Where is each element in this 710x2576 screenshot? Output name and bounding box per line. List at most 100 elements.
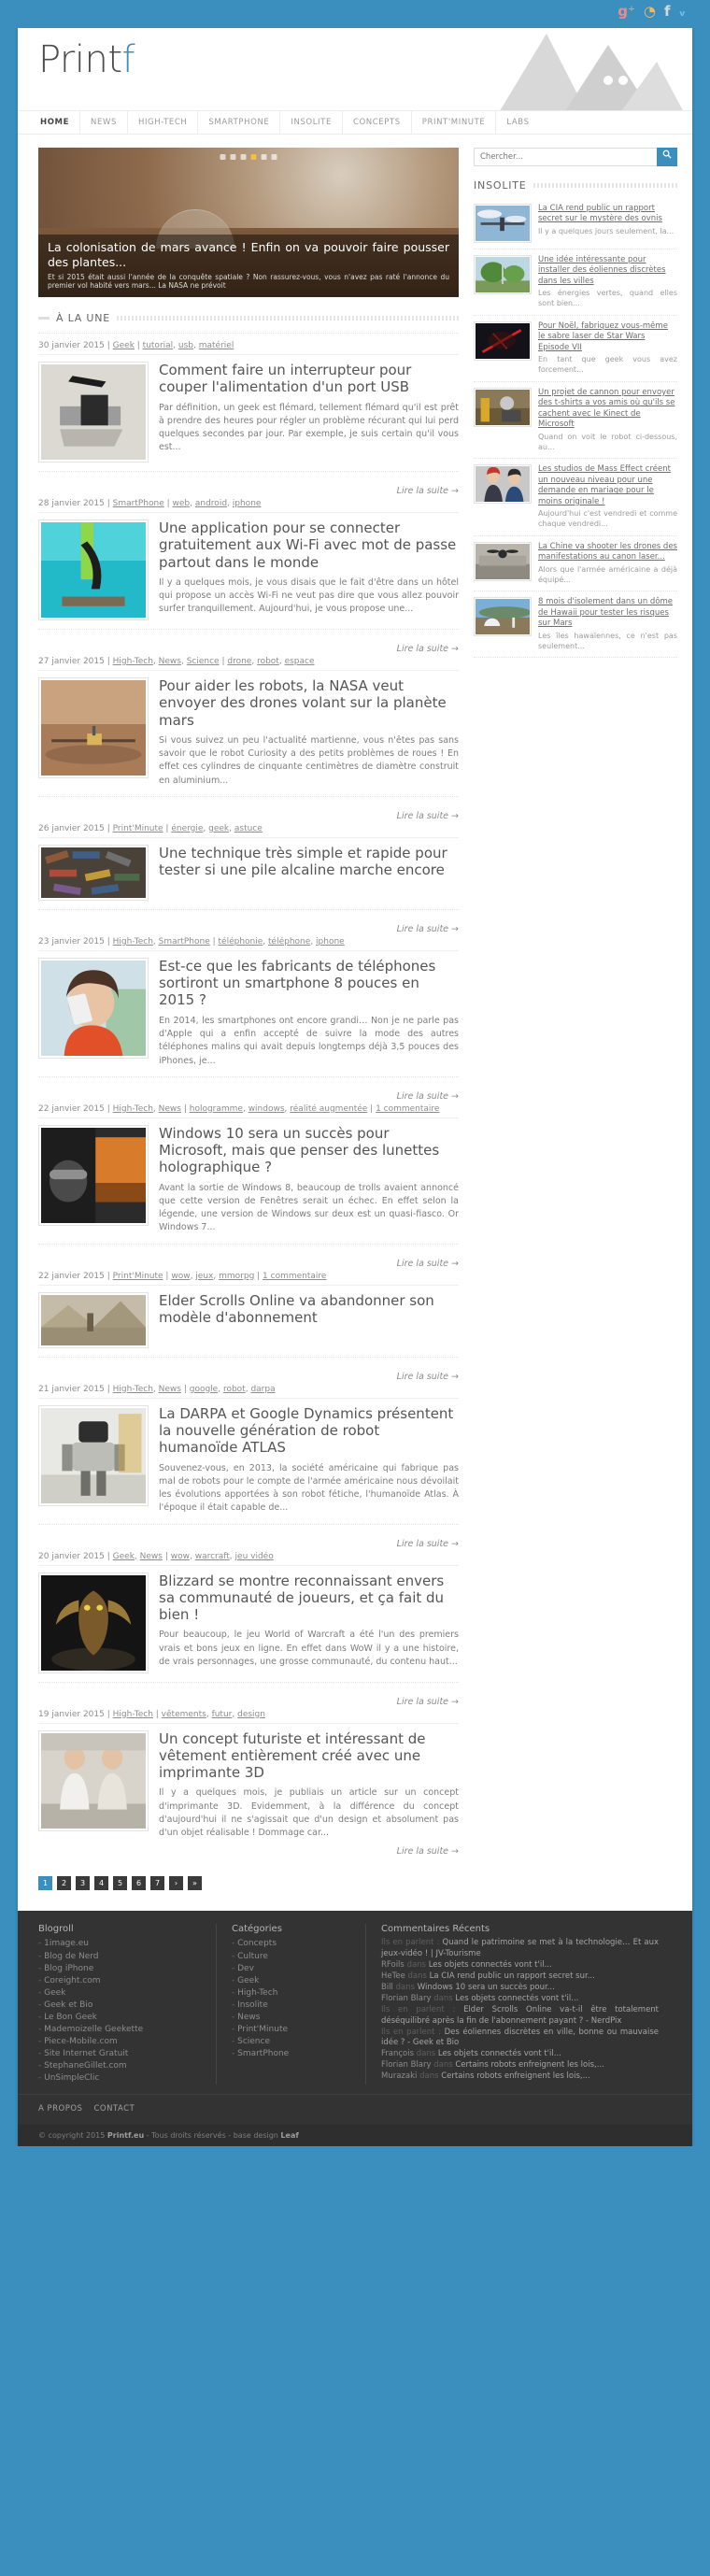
article-title[interactable]: Un concept futuriste et intéressant de v… bbox=[159, 1730, 459, 1782]
category-item[interactable]: SmartPhone bbox=[232, 2048, 352, 2060]
blogroll-item[interactable]: Piece-Mobile.com bbox=[38, 2036, 203, 2048]
sidebar-item-title[interactable]: Pour Noël, fabriquez vous-même le sabre … bbox=[538, 321, 677, 353]
category-item[interactable]: High-Tech bbox=[232, 1987, 352, 2000]
article-thumbnail[interactable] bbox=[38, 362, 149, 463]
sidebar-item-title[interactable]: Les studios de Mass Effect créent un nou… bbox=[538, 464, 677, 507]
comment-item[interactable]: RFoils dans Les objets connectés vont t'… bbox=[381, 1960, 659, 1971]
nav-item-home[interactable]: HOME bbox=[38, 111, 81, 134]
sidebar-item-title[interactable]: La CIA rend public un rapport secret sur… bbox=[538, 204, 677, 225]
article-category[interactable]: Geek bbox=[113, 341, 135, 350]
article-tag[interactable]: wow bbox=[171, 1272, 190, 1281]
article-tag[interactable]: matériel bbox=[199, 341, 234, 350]
read-more-link[interactable]: Lire la suite → bbox=[38, 924, 459, 937]
article-tag[interactable]: design bbox=[237, 1710, 265, 1719]
slider-dot[interactable] bbox=[230, 154, 236, 160]
article-category[interactable]: SmartPhone bbox=[113, 499, 164, 508]
pagination-page-5[interactable]: 5 bbox=[113, 1876, 127, 1891]
slider-dot[interactable] bbox=[271, 154, 277, 160]
article-tag[interactable]: mmorpg bbox=[219, 1272, 254, 1281]
article-title[interactable]: Elder Scrolls Online va abandonner son m… bbox=[159, 1292, 459, 1327]
article-category[interactable]: High-Tech bbox=[113, 1385, 153, 1394]
article-thumbnail[interactable] bbox=[38, 1404, 149, 1506]
article-tag[interactable]: futur bbox=[212, 1710, 233, 1719]
hero-title[interactable]: La colonisation de mars avance ! Enfin o… bbox=[48, 240, 449, 269]
article-title[interactable]: Une application pour se connecter gratui… bbox=[159, 519, 459, 571]
rss-icon[interactable]: ◔ bbox=[644, 5, 656, 19]
article-category[interactable]: High-Tech bbox=[113, 657, 153, 666]
article-tag[interactable]: iphone bbox=[233, 499, 262, 508]
article-tag[interactable]: téléphone bbox=[268, 937, 310, 946]
article-tag[interactable]: wow bbox=[171, 1552, 190, 1561]
pagination-page-2[interactable]: 2 bbox=[57, 1876, 71, 1891]
article-title[interactable]: La DARPA et Google Dynamics présentent l… bbox=[159, 1405, 459, 1457]
article-category[interactable]: Geek bbox=[113, 1552, 135, 1561]
slider-dot[interactable] bbox=[261, 154, 267, 160]
comment-item[interactable]: Bill dans Windows 10 sera un succès pour… bbox=[381, 1983, 659, 1994]
slider-dot[interactable] bbox=[240, 154, 247, 160]
blogroll-item[interactable]: Geek et Bio bbox=[38, 2000, 203, 2012]
read-more-link[interactable]: Lire la suite → bbox=[38, 1846, 459, 1859]
twitter-icon[interactable]: ᵥ bbox=[678, 5, 686, 19]
article-tag[interactable]: darpa bbox=[250, 1385, 275, 1394]
article-tag[interactable]: warcraft bbox=[195, 1552, 230, 1561]
article-category[interactable]: News bbox=[140, 1552, 163, 1561]
blogroll-item[interactable]: StephaneGillet.com bbox=[38, 2060, 203, 2072]
comment-item[interactable]: Ils en parlent : Elder Scrolls Online va… bbox=[381, 2005, 659, 2028]
article-title[interactable]: Pour aider les robots, la NASA veut envo… bbox=[159, 677, 459, 729]
category-item[interactable]: News bbox=[232, 2012, 352, 2024]
article-tag[interactable]: hologramme bbox=[190, 1104, 243, 1114]
blogroll-item[interactable]: Geek bbox=[38, 1987, 203, 2000]
pagination-page-3[interactable]: 3 bbox=[76, 1876, 90, 1891]
read-more-link[interactable]: Lire la suite → bbox=[38, 644, 459, 657]
google-plus-icon[interactable]: g⁺ bbox=[618, 5, 635, 19]
comment-item[interactable]: François dans Les objets connectés vont … bbox=[381, 2049, 659, 2060]
article-category[interactable]: High-Tech bbox=[113, 937, 153, 946]
category-item[interactable]: Dev bbox=[232, 1963, 352, 1975]
article-tag[interactable]: astuce bbox=[234, 824, 263, 833]
category-item[interactable]: Insolite bbox=[232, 2000, 352, 2012]
article-category[interactable]: News bbox=[159, 1385, 181, 1394]
article-tag[interactable]: windows bbox=[248, 1104, 285, 1114]
pagination-page-1[interactable]: 1 bbox=[38, 1876, 52, 1891]
comment-item[interactable]: Florian Blary dans Les objets connectés … bbox=[381, 1994, 659, 2005]
read-more-link[interactable]: Lire la suite → bbox=[38, 1697, 459, 1710]
pagination-page-6[interactable]: 6 bbox=[132, 1876, 146, 1891]
sidebar-thumbnail[interactable] bbox=[474, 597, 532, 637]
sidebar-thumbnail[interactable] bbox=[474, 255, 532, 294]
article-thumbnail[interactable] bbox=[38, 519, 149, 620]
slider-dot[interactable] bbox=[220, 154, 226, 160]
sidebar-thumbnail[interactable] bbox=[474, 541, 532, 581]
facebook-icon[interactable]: f bbox=[664, 5, 671, 19]
article-tag[interactable]: jeu vidéo bbox=[235, 1552, 274, 1561]
read-more-link[interactable]: Lire la suite → bbox=[38, 1372, 459, 1385]
comment-item[interactable]: HeTee dans La CIA rend public un rapport… bbox=[381, 1971, 659, 1983]
sidebar-item-title[interactable]: Un projet de cannon pour envoyer des t-s… bbox=[538, 388, 677, 431]
blogroll-item[interactable]: Le Bon Geek bbox=[38, 2012, 203, 2024]
nav-item-news[interactable]: NEWS bbox=[80, 111, 128, 134]
blogroll-item[interactable]: Mademoizelle Geekette bbox=[38, 2024, 203, 2036]
pagination-last[interactable]: » bbox=[188, 1876, 202, 1891]
article-thumbnail[interactable] bbox=[38, 1124, 149, 1226]
category-item[interactable]: Culture bbox=[232, 1951, 352, 1963]
article-thumbnail[interactable] bbox=[38, 677, 149, 778]
article-tag[interactable]: téléphonie bbox=[219, 937, 263, 946]
footer-link-contact[interactable]: CONTACT bbox=[93, 2104, 135, 2113]
article-tag[interactable]: robot bbox=[257, 657, 279, 666]
blogroll-item[interactable]: UnSimpleClic bbox=[38, 2072, 203, 2085]
article-tag[interactable]: android bbox=[195, 499, 227, 508]
comment-item[interactable]: Florian Blary dans Certains robots enfre… bbox=[381, 2060, 659, 2071]
blogroll-item[interactable]: Blog de Nerd bbox=[38, 1951, 203, 1963]
article-thumbnail[interactable] bbox=[38, 1729, 149, 1831]
article-tag[interactable]: geek bbox=[208, 824, 229, 833]
article-tag[interactable]: réalité augmentée bbox=[290, 1104, 367, 1114]
article-tag[interactable]: vêtements bbox=[162, 1710, 206, 1719]
article-thumbnail[interactable] bbox=[38, 1291, 149, 1348]
nav-item-concepts[interactable]: CONCEPTS bbox=[343, 111, 412, 134]
read-more-link[interactable]: Lire la suite → bbox=[38, 1539, 459, 1552]
sidebar-thumbnail[interactable] bbox=[474, 321, 532, 361]
sidebar-item-title[interactable]: 8 mois d'isolement dans un dôme de Hawai… bbox=[538, 597, 677, 629]
article-category[interactable]: Print'Minute bbox=[113, 1272, 163, 1281]
article-thumbnail[interactable] bbox=[38, 844, 149, 901]
nav-item-smartphone[interactable]: SMARTPHONE bbox=[198, 111, 281, 134]
nav-item-high-tech[interactable]: HIGH-TECH bbox=[128, 111, 199, 134]
